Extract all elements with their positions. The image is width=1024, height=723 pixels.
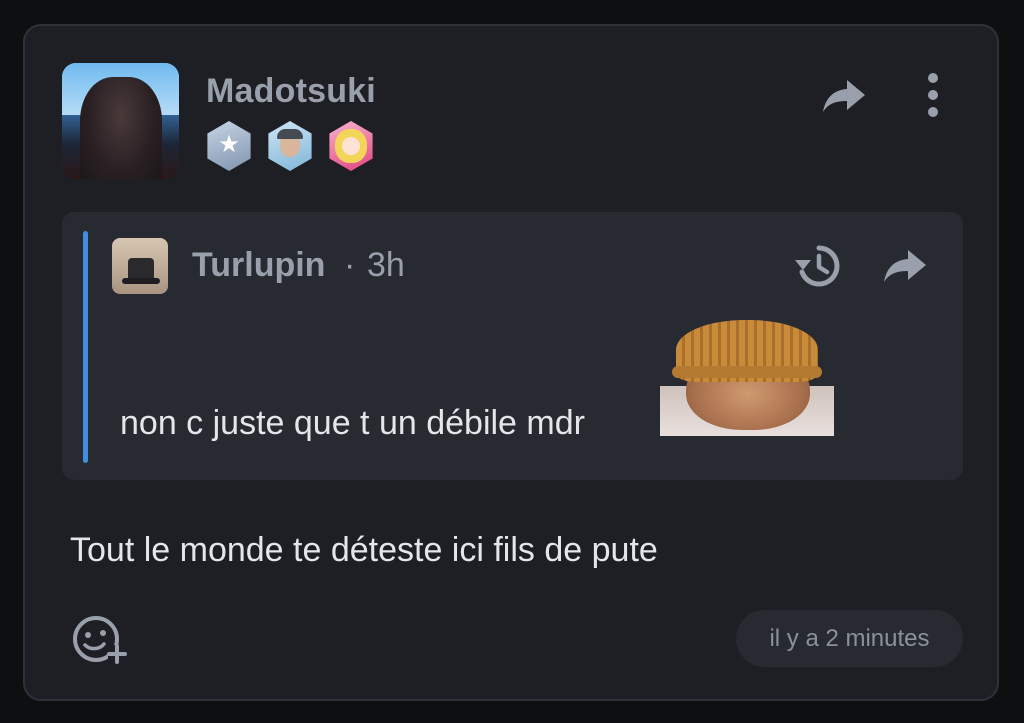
post-card: Madotsuki ★ Turlupin · 3h non c juste qu… <box>23 24 999 701</box>
post-timestamp: il y a 2 minutes <box>736 610 963 667</box>
quoted-message[interactable]: Turlupin · 3h non c juste que t un débil… <box>62 212 963 480</box>
badge-list: ★ <box>205 121 375 171</box>
avatar-figure <box>80 77 162 179</box>
quote-author-name[interactable]: Turlupin <box>192 246 325 285</box>
quote-separator: · <box>344 246 356 284</box>
more-vertical-icon[interactable] <box>922 72 944 118</box>
quote-accent-bar <box>83 231 88 463</box>
author-name[interactable]: Madotsuki <box>206 72 376 111</box>
author-avatar[interactable] <box>62 63 179 179</box>
quote-author-avatar[interactable] <box>112 238 168 294</box>
anime-girl-badge-icon[interactable] <box>329 121 373 171</box>
share-icon[interactable] <box>821 76 867 116</box>
man-with-cap-badge-icon[interactable] <box>268 121 312 171</box>
post-message: Tout le monde te déteste ici fils de put… <box>70 531 658 569</box>
add-reaction-icon[interactable] <box>72 615 128 665</box>
quote-share-icon[interactable] <box>882 246 928 286</box>
star-badge-icon[interactable]: ★ <box>207 121 251 171</box>
quote-timestamp: 3h <box>367 246 405 284</box>
quote-text: non c juste que t un débile mdr <box>120 404 585 442</box>
sticker-emote <box>660 320 834 436</box>
history-icon[interactable] <box>793 244 841 288</box>
